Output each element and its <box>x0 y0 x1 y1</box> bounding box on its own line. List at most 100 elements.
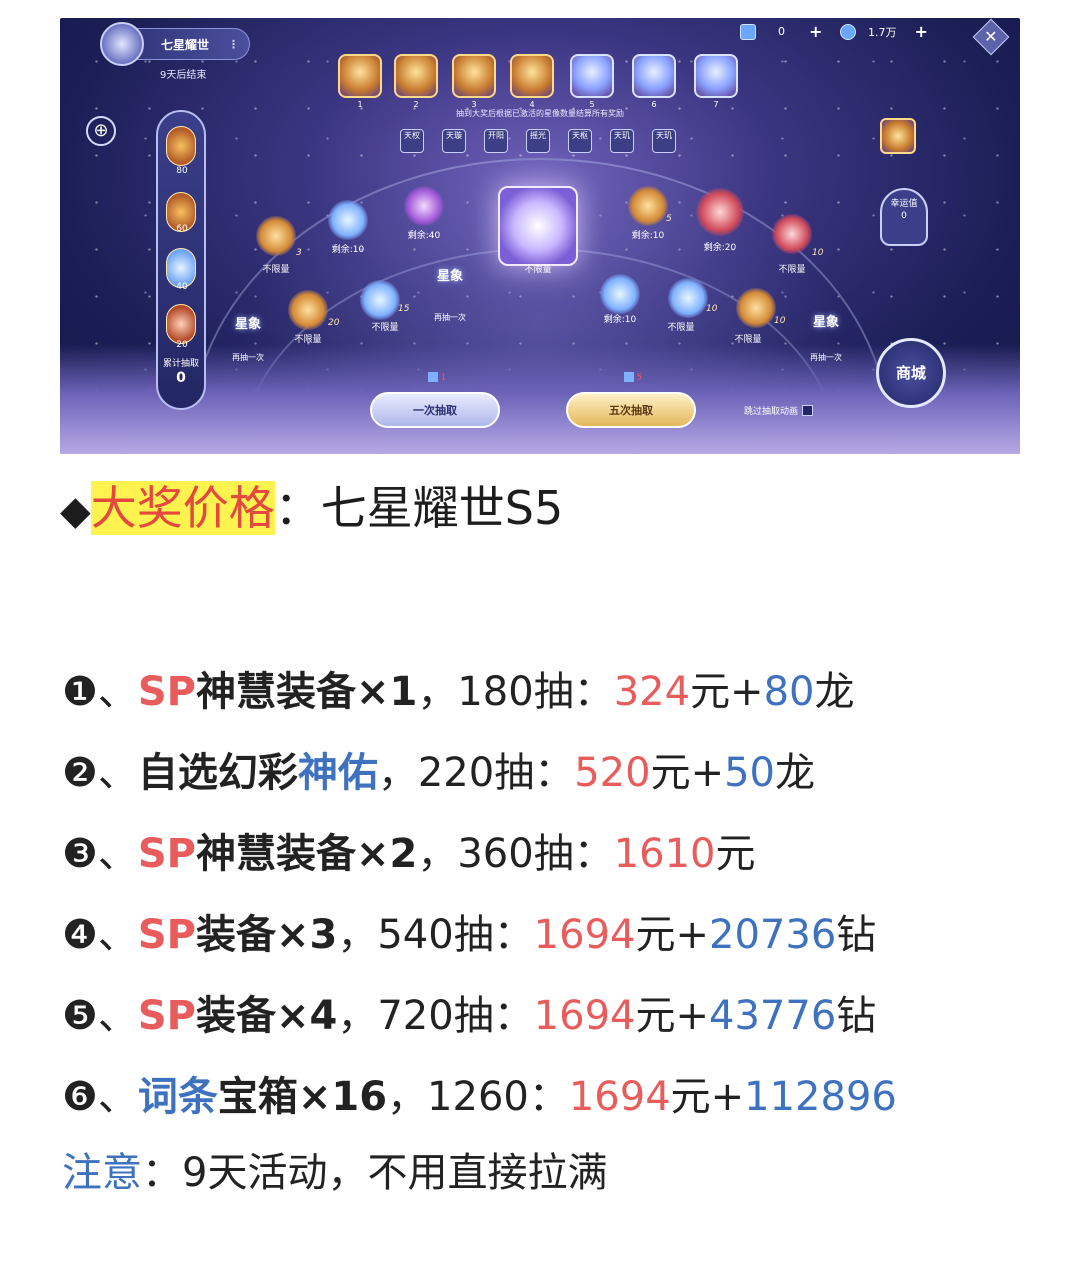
prize-slot[interactable] <box>628 186 668 226</box>
item-text-segment: ，540抽： <box>337 912 534 958</box>
luck-chest-icon[interactable] <box>880 118 916 154</box>
tower-reward-4[interactable] <box>166 304 196 344</box>
ticket-icon <box>740 23 756 40</box>
prize-slot[interactable] <box>736 288 776 328</box>
draw-five-button[interactable]: 五次抽取 <box>566 392 696 428</box>
rerun-label: 再抽一次 <box>810 353 842 362</box>
ticket-icon <box>624 372 634 382</box>
prize-slot-label: 剩余:10 <box>603 315 637 325</box>
add-ticket-button[interactable]: + <box>809 22 822 41</box>
rerun-label: 再抽一次 <box>434 313 466 322</box>
prize-slot-count: 20 <box>328 318 340 328</box>
star-chest-2[interactable] <box>394 54 438 98</box>
prize-slot-label: 剩余:10 <box>631 231 665 241</box>
item-text-segment: 1694 <box>533 912 636 958</box>
tower-reward-1[interactable] <box>166 126 196 166</box>
prize-slot[interactable] <box>360 280 400 320</box>
item-text-segment: ，720抽： <box>337 993 534 1039</box>
star-rune-icon: 星象 <box>436 269 463 284</box>
item-text-segment: 50 <box>724 750 775 796</box>
prize-slot-label: 不限量 <box>778 265 806 275</box>
price-list-item: ❺、SP装备×4，720抽：1694元+43776钻 <box>62 976 897 1057</box>
price-list-item: ❸、SP神慧装备×2，360抽：1610元 <box>62 814 897 895</box>
heading-highlight: 大奖价格 <box>90 481 275 535</box>
prize-slot-label: 剩余:10 <box>331 245 365 255</box>
prize-slot[interactable] <box>668 278 708 318</box>
close-icon[interactable]: ✕ <box>972 18 1010 56</box>
item-text-segment: 自选幻彩 <box>137 750 298 796</box>
item-text-segment: 龙 <box>775 750 815 796</box>
tower-tier-label: 20 <box>176 340 188 350</box>
item-text-segment: 20736 <box>709 912 837 958</box>
skip-animation-checkbox[interactable] <box>802 405 814 416</box>
item-text-segment: 钻 <box>836 993 877 1039</box>
prize-slot[interactable] <box>600 274 640 314</box>
item-text-segment: ，180抽： <box>417 669 614 715</box>
diamond-count: 1.7万 <box>868 25 897 39</box>
accumulated-value: 0 <box>176 370 186 386</box>
star-chest-6[interactable] <box>632 54 676 98</box>
note-line: 注意：9天活动，不用直接拉满 <box>62 1138 607 1208</box>
more-icon[interactable]: ⋮ <box>228 29 239 61</box>
prize-slot[interactable] <box>696 188 744 236</box>
chest-number: 7 <box>713 100 719 109</box>
event-title: 七星耀世 <box>161 38 210 52</box>
star-chest-5[interactable] <box>570 54 614 98</box>
item-text-segment: 装备×4 <box>195 993 338 1039</box>
crosshair-icon[interactable]: ⊕ <box>86 116 116 146</box>
item-text-segment: 词条 <box>137 1074 218 1120</box>
prize-slot-label: 不限量 <box>262 265 290 275</box>
star-chest-4[interactable] <box>510 54 554 98</box>
star-chest-7[interactable] <box>694 54 738 98</box>
item-text-segment: 元+ <box>690 669 764 715</box>
prize-slot-label: 不限量 <box>667 323 695 333</box>
heading-rest: ：七星耀世S5 <box>274 481 564 535</box>
item-text-segment: SP <box>137 669 196 715</box>
grand-prize-label: 不限量 <box>524 265 552 275</box>
tower-tier-label: 40 <box>176 282 188 292</box>
rune-kaiyang: 开阳 <box>484 129 508 153</box>
chest-note: 抽到大奖后根据已激活的星像数量结算所有奖励 <box>456 109 624 118</box>
rune-tianquan: 天权 <box>400 129 424 153</box>
tower-tier-label: 80 <box>176 166 188 176</box>
prize-slot-count: 10 <box>774 316 786 326</box>
prize-slot[interactable] <box>288 290 328 330</box>
prize-slot[interactable] <box>256 216 296 256</box>
skip-animation-toggle[interactable]: 跳过抽取动画 <box>744 404 814 417</box>
rune-tianxuan: 天璇 <box>442 129 466 153</box>
tower-tier-label: 60 <box>176 224 188 234</box>
item-text-segment: 宝箱×16 <box>217 1074 388 1120</box>
prize-slot[interactable] <box>772 214 812 254</box>
item-text-segment: 1610 <box>613 831 716 877</box>
luck-label: 幸运值 <box>890 199 918 209</box>
game-screenshot: 七星耀世 ⋮ 9天后结束 0 + 1.7万 + ✕ ⊕ 80 60 40 20 … <box>60 18 1020 454</box>
star-chest-1[interactable] <box>338 54 382 98</box>
item-text-segment: 装备×3 <box>195 912 338 958</box>
draw-once-button[interactable]: 一次抽取 <box>370 392 500 428</box>
draw-once-cost: 1 <box>428 372 446 382</box>
prize-slot[interactable] <box>404 186 444 226</box>
draw-five-cost-value: 5 <box>637 372 643 382</box>
item-text-segment: SP <box>137 993 196 1039</box>
prize-slot-count: 5 <box>666 214 672 224</box>
star-rune-icon: 星象 <box>812 315 839 330</box>
shop-button[interactable]: 商城 <box>876 338 946 408</box>
item-text-segment: 80 <box>763 669 815 715</box>
grand-prize-chest[interactable] <box>498 186 578 266</box>
draw-once-cost-value: 1 <box>441 372 447 382</box>
item-number-icon: ❸ <box>62 831 98 877</box>
price-list-item: ❷、自选幻彩神佑，220抽：520元+50龙 <box>62 733 897 814</box>
item-separator: 、 <box>97 669 138 715</box>
prize-slot[interactable] <box>328 200 368 240</box>
item-text-segment: 1694 <box>568 1074 671 1120</box>
rune-yaoguang: 摇光 <box>526 129 550 153</box>
star-chest-3[interactable] <box>452 54 496 98</box>
item-separator: 、 <box>97 750 138 796</box>
item-number-icon: ❻ <box>62 1074 98 1120</box>
item-separator: 、 <box>97 1074 138 1120</box>
add-diamond-button[interactable]: + <box>915 22 928 41</box>
note-label: 注意 <box>62 1150 142 1196</box>
prize-slot-count: 10 <box>812 248 824 258</box>
item-text-segment: 神佑 <box>297 750 378 796</box>
rune-tianji-2: 天玑 <box>652 129 676 153</box>
